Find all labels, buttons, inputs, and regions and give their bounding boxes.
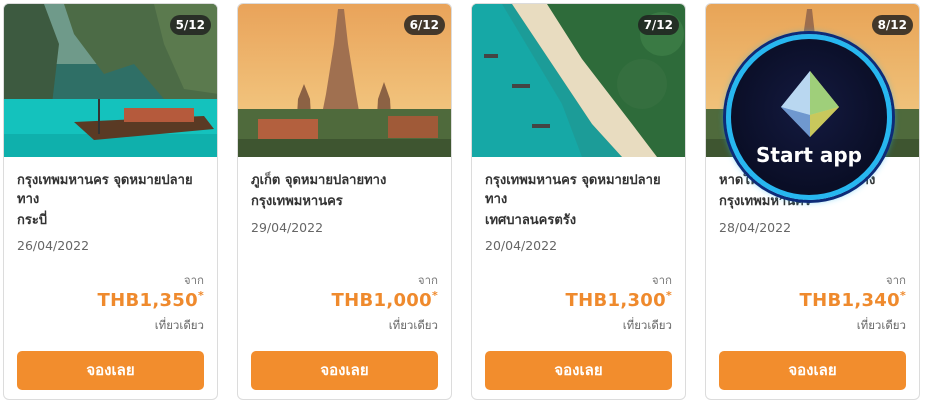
destination-photo-krabi[interactable]: 5/12 bbox=[4, 4, 217, 157]
route-destination: กระบี่ bbox=[17, 213, 48, 228]
price-from-label: จาก bbox=[651, 273, 672, 287]
image-counter: 7/12 bbox=[637, 15, 679, 35]
travel-date: 20/04/2022 bbox=[485, 238, 558, 253]
book-button[interactable]: จองเลย bbox=[485, 351, 672, 390]
trip-type: เที่ยวเดียว bbox=[856, 318, 906, 332]
price: THB1,000* bbox=[332, 289, 438, 311]
route-title: กรุงเทพมหานคร จุดหมายปลายทาง กระบี่ bbox=[17, 171, 212, 230]
route-origin: กรุงเทพมหานคร จุดหมายปลายทาง bbox=[17, 173, 193, 207]
price: THB1,350* bbox=[98, 289, 204, 311]
image-counter: 6/12 bbox=[403, 15, 445, 35]
destination-card[interactable]: 7/12 กรุงเทพมหานคร จุดหมายปลายทาง เทศบาล… bbox=[471, 3, 686, 400]
price-asterisk: * bbox=[899, 289, 906, 302]
destination-card[interactable]: 5/12 กรุงเทพมหานคร จุดหมายปลายทาง กระบี่… bbox=[3, 3, 218, 400]
travel-date: 26/04/2022 bbox=[17, 238, 90, 253]
image-counter: 8/12 bbox=[871, 15, 913, 35]
start-app-button[interactable]: Start app bbox=[726, 34, 892, 200]
destination-photo-trang[interactable]: 7/12 bbox=[472, 4, 685, 157]
gem-icon bbox=[781, 71, 839, 137]
price-asterisk: * bbox=[431, 289, 438, 302]
price-value: THB1,340 bbox=[799, 290, 900, 311]
price-value: THB1,000 bbox=[331, 290, 432, 311]
route-origin: กรุงเทพมหานคร จุดหมายปลายทาง bbox=[485, 173, 661, 207]
price-asterisk: * bbox=[665, 289, 672, 302]
route-title: ภูเก็ต จุดหมายปลายทาง กรุงเทพมหานคร bbox=[251, 171, 446, 211]
price-from-label: จาก bbox=[183, 273, 204, 287]
travel-date: 28/04/2022 bbox=[719, 220, 792, 235]
book-button[interactable]: จองเลย bbox=[719, 351, 906, 390]
trip-type: เที่ยวเดียว bbox=[622, 318, 672, 332]
route-title: กรุงเทพมหานคร จุดหมายปลายทาง เทศบาลนครตร… bbox=[485, 171, 680, 230]
route-origin: ภูเก็ต จุดหมายปลายทาง bbox=[251, 173, 387, 188]
price-from-label: จาก bbox=[885, 273, 906, 287]
price-asterisk: * bbox=[197, 289, 204, 302]
start-app-label: Start app bbox=[756, 143, 862, 167]
trip-type: เที่ยวเดียว bbox=[388, 318, 438, 332]
book-button[interactable]: จองเลย bbox=[251, 351, 438, 390]
destination-card[interactable]: 6/12 ภูเก็ต จุดหมายปลายทาง กรุงเทพมหานคร… bbox=[237, 3, 452, 400]
price-value: THB1,350 bbox=[97, 290, 198, 311]
price: THB1,340* bbox=[800, 289, 906, 311]
destination-photo-phuket[interactable]: 6/12 bbox=[238, 4, 451, 157]
price-from-label: จาก bbox=[417, 273, 438, 287]
price: THB1,300* bbox=[566, 289, 672, 311]
travel-date: 29/04/2022 bbox=[251, 220, 324, 235]
book-button[interactable]: จองเลย bbox=[17, 351, 204, 390]
price-value: THB1,300 bbox=[565, 290, 666, 311]
route-destination: เทศบาลนครตรัง bbox=[485, 213, 577, 228]
route-destination: กรุงเทพมหานคร bbox=[251, 194, 343, 209]
trip-type: เที่ยวเดียว bbox=[154, 318, 204, 332]
image-counter: 5/12 bbox=[169, 15, 211, 35]
